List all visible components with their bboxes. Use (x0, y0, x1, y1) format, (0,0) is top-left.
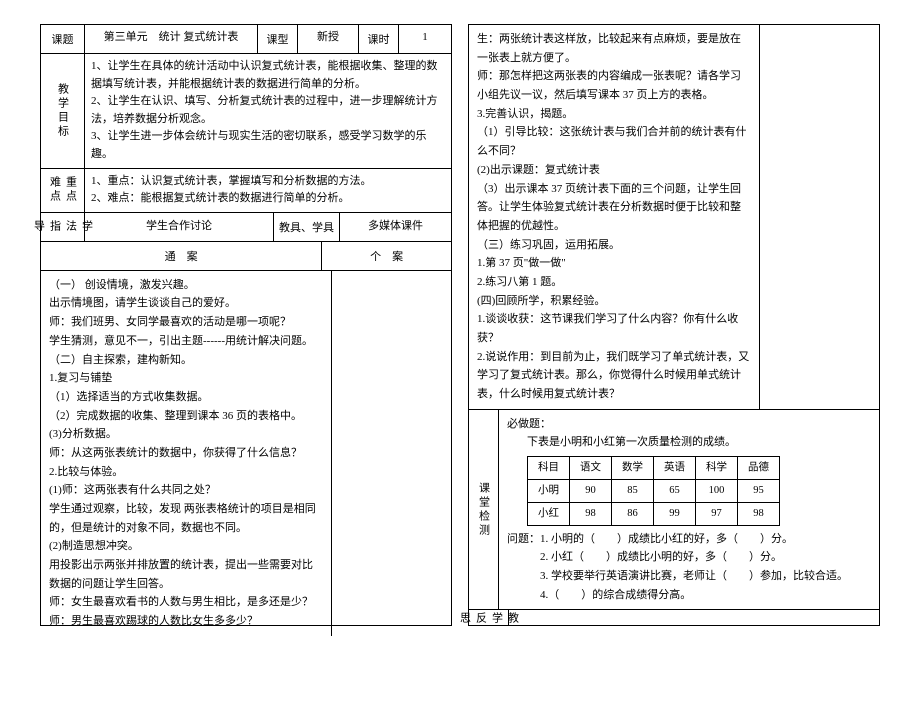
period-value: 1 (399, 25, 451, 53)
method-value: 学生合作讨论 (85, 213, 274, 241)
line: 师：女生最喜欢看书的人数与男生相比，是多还是少？ (49, 593, 323, 612)
lesson-plan-left: 课题 第三单元 统计 复式统计表 课型 新授 课时 1 教学目标 1、让学生在具… (40, 24, 452, 626)
line: （一） 创设情境，激发兴趣。 (49, 276, 323, 295)
plan-case-content (332, 271, 451, 636)
line: 1.谈谈收获：这节课我们学习了什么内容？你有什么收获？ (477, 310, 751, 347)
line: （3）出示课本 37 页统计表下面的三个问题，让学生回答。让学生体验复式统计表在… (477, 180, 751, 236)
cell: 98 (738, 502, 780, 525)
line: 生：两张统计表这样放，比较起来有点麻烦，要是放在一张表上就方便了。 (477, 30, 751, 67)
line: 1.复习与铺垫 (49, 369, 323, 388)
line: 2.说说作用：到目前为止，我们既学习了单式统计表，又学习了复式统计表。那么，你觉… (477, 348, 751, 404)
objective-1: 1、让学生在具体的统计活动中认识复式统计表，能根据收集、整理的数据填写统计表，并… (91, 58, 445, 93)
cell: 98 (570, 502, 612, 525)
line: （1）引导比较：这张统计表与我们合并前的统计表有什么不同？ (477, 123, 751, 160)
line: （三）练习巩固，运用拓展。 (477, 236, 751, 255)
line: (3)分析数据。 (49, 425, 323, 444)
row2-name: 小红 (528, 502, 570, 525)
line: （二）自主探索，建构新知。 (49, 351, 323, 370)
keypoint-1: 1、重点：认识复式统计表，掌握填写和分析数据的方法。 (91, 173, 445, 191)
line: (2)出示课题：复式统计表 (477, 161, 751, 180)
check-heading: 必做题： (507, 415, 871, 434)
line: （1）选择适当的方式收集数据。 (49, 388, 323, 407)
plan-content-row: （一） 创设情境，激发兴趣。 出示情境图，请学生谈谈自己的爱好。 师：我们班男、… (41, 271, 451, 636)
reflect-content (509, 610, 879, 625)
keypoints-label: 重点难点 (47, 175, 79, 206)
score-table: 科目 语文 数学 英语 科学 品德 小明 90 85 65 100 95 (527, 456, 780, 526)
question-2: 2. 小红（ ）成绩比小明的好，多（ ）分。 (507, 548, 871, 567)
plan-main-content: （一） 创设情境，激发兴趣。 出示情境图，请学生谈谈自己的爱好。 师：我们班男、… (41, 271, 332, 636)
line: 出示情境图，请学生谈谈自己的爱好。 (49, 294, 323, 313)
question-4: 4.（ ）的综合成绩得分高。 (507, 586, 871, 605)
line: 师：那怎样把这两张表的内容编成一张表呢？请各学习小组先议一议，然后填写课本 37… (477, 67, 751, 104)
check-label: 课堂检测 (476, 482, 492, 538)
keypoint-2: 2、难点：能根据复式统计表的数据进行简单的分析。 (91, 190, 445, 208)
question-1: 问题：1. 小明的（ ）成绩比小红的好，多（ ）分。 (507, 530, 871, 549)
line: 1.第 37 页"做一做" (477, 254, 751, 273)
cell: 100 (696, 479, 738, 502)
question-3: 3. 学校要举行英语演讲比赛，老师让（ ）参加，比较合适。 (507, 567, 871, 586)
th-subject: 科目 (528, 457, 570, 480)
line: (四)回顾所学，积累经验。 (477, 292, 751, 311)
line: 师：从这两张表统计的数据中，你获得了什么信息？ (49, 444, 323, 463)
topic-value: 第三单元 统计 复式统计表 (85, 25, 258, 53)
objective-2: 2、让学生在认识、填写、分析复式统计表的过程中，进一步理解统计方法，培养数据分析… (91, 93, 445, 128)
tools-value: 多媒体课件 (340, 213, 451, 241)
plan-case-cont (760, 25, 879, 409)
line: 师：男生最喜欢踢球的人数比女生多多少？ (49, 612, 323, 631)
check-content: 必做题： 下表是小明和小红第一次质量检测的成绩。 科目 语文 数学 英语 科学 … (499, 410, 879, 610)
cell: 90 (570, 479, 612, 502)
objectives-label: 教学目标 (55, 83, 71, 139)
cell: 86 (612, 502, 654, 525)
method-row: 学法指导 学生合作讨论 教具、学具 多媒体课件 (41, 213, 451, 242)
header-row: 课题 第三单元 统计 复式统计表 课型 新授 课时 1 (41, 25, 451, 54)
plan-header-row: 通 案 个 案 (41, 242, 451, 271)
tools-label: 教具、学具 (274, 213, 340, 241)
plan-main-continued: 生：两张统计表这样放，比较起来有点麻烦，要是放在一张表上就方便了。 师：那怎样把… (469, 25, 760, 409)
cell: 95 (738, 479, 780, 502)
check-row: 课堂检测 必做题： 下表是小明和小红第一次质量检测的成绩。 科目 语文 数学 英… (469, 410, 879, 611)
objectives-row: 教学目标 1、让学生在具体的统计活动中认识复式统计表，能根据收集、整理的数据填写… (41, 54, 451, 169)
th-chinese: 语文 (570, 457, 612, 480)
type-value: 新授 (298, 25, 359, 53)
line: (2)制造思想冲突。 (49, 537, 323, 556)
cell: 99 (654, 502, 696, 525)
cell: 97 (696, 502, 738, 525)
line: 师：我们班男、女同学最喜欢的活动是哪一项呢？ (49, 313, 323, 332)
th-math: 数学 (612, 457, 654, 480)
reflect-row: 教学反思 (469, 610, 879, 625)
plan-case-label: 个 案 (322, 242, 451, 270)
th-english: 英语 (654, 457, 696, 480)
row1-name: 小明 (528, 479, 570, 502)
period-label: 课时 (359, 25, 399, 53)
objectives-content: 1、让学生在具体的统计活动中认识复式统计表，能根据收集、整理的数据填写统计表，并… (85, 54, 451, 168)
line: 用投影出示两张并排放置的统计表，提出一些需要对比数据的问题让学生回答。 (49, 556, 323, 593)
lesson-plan-right: 生：两张统计表这样放，比较起来有点麻烦，要是放在一张表上就方便了。 师：那怎样把… (468, 24, 880, 626)
line: 学生通过观察，比较，发现 两张表格统计的项目是相同的，但是统计的对象不同，数据也… (49, 500, 323, 537)
plan-content-continued: 生：两张统计表这样放，比较起来有点麻烦，要是放在一张表上就方便了。 师：那怎样把… (469, 25, 879, 410)
type-label: 课型 (258, 25, 298, 53)
plan-main-label: 通 案 (41, 242, 322, 270)
topic-label: 课题 (41, 25, 85, 53)
objective-3: 3、让学生进一步体会统计与现实生活的密切联系，感受学习数学的乐趣。 (91, 128, 445, 163)
keypoints-row: 重点难点 1、重点：认识复式统计表，掌握填写和分析数据的方法。 2、难点：能根据… (41, 169, 451, 213)
line: 2.练习八第 1 题。 (477, 273, 751, 292)
check-subheading: 下表是小明和小红第一次质量检测的成绩。 (507, 433, 871, 452)
cell: 85 (612, 479, 654, 502)
line: （2）完成数据的收集、整理到课本 36 页的表格中。 (49, 407, 323, 426)
cell: 65 (654, 479, 696, 502)
line: 3.完善认识，揭题。 (477, 105, 751, 124)
line: 学生猜测，意见不一，引出主题------用统计解决问题。 (49, 332, 323, 351)
th-moral: 品德 (738, 457, 780, 480)
th-science: 科学 (696, 457, 738, 480)
line: (1)师：这两张表有什么共同之处？ (49, 481, 323, 500)
keypoints-content: 1、重点：认识复式统计表，掌握填写和分析数据的方法。 2、难点：能根据复式统计表… (85, 169, 451, 212)
line: 2.比较与体验。 (49, 463, 323, 482)
